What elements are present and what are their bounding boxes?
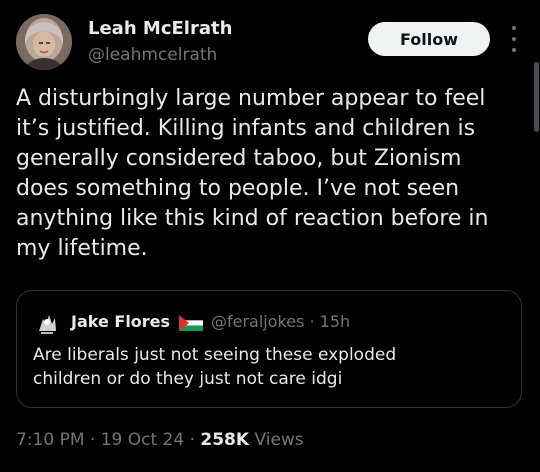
tweet-container: Leah McElrath @leahmcelrath Follow A dis…: [0, 0, 540, 472]
quoted-tweet[interactable]: Jake Flores @feraljokes · 15h Are libera…: [16, 290, 522, 408]
scrollbar[interactable]: [534, 62, 539, 132]
tweet-meta: 7:10 PM · 19 Oct 24 · 258K Views: [16, 430, 304, 450]
palestine-flag-icon: [179, 315, 203, 331]
quoted-tweet-text: Are liberals just not seeing these explo…: [33, 345, 397, 389]
quoted-author-name[interactable]: Jake Flores: [71, 312, 170, 331]
author-display-name[interactable]: Leah McElrath: [88, 18, 232, 39]
views-count: 258K: [200, 430, 250, 450]
author-avatar[interactable]: [16, 14, 72, 70]
more-dot: [512, 37, 516, 41]
quoted-author-handle-time[interactable]: @feraljokes · 15h: [211, 312, 350, 331]
more-options-icon[interactable]: [506, 26, 522, 52]
more-dot: [512, 26, 516, 30]
follow-button[interactable]: Follow: [368, 22, 490, 56]
tweet-text: A disturbingly large number appear to fe…: [16, 86, 489, 261]
quoted-author-avatar[interactable]: [33, 309, 61, 337]
author-handle[interactable]: @leahmcelrath: [88, 45, 217, 65]
more-dot: [512, 48, 516, 52]
tweet-timestamp[interactable]: 7:10 PM · 19 Oct 24 ·: [16, 430, 200, 450]
views-label: Views: [249, 430, 304, 450]
